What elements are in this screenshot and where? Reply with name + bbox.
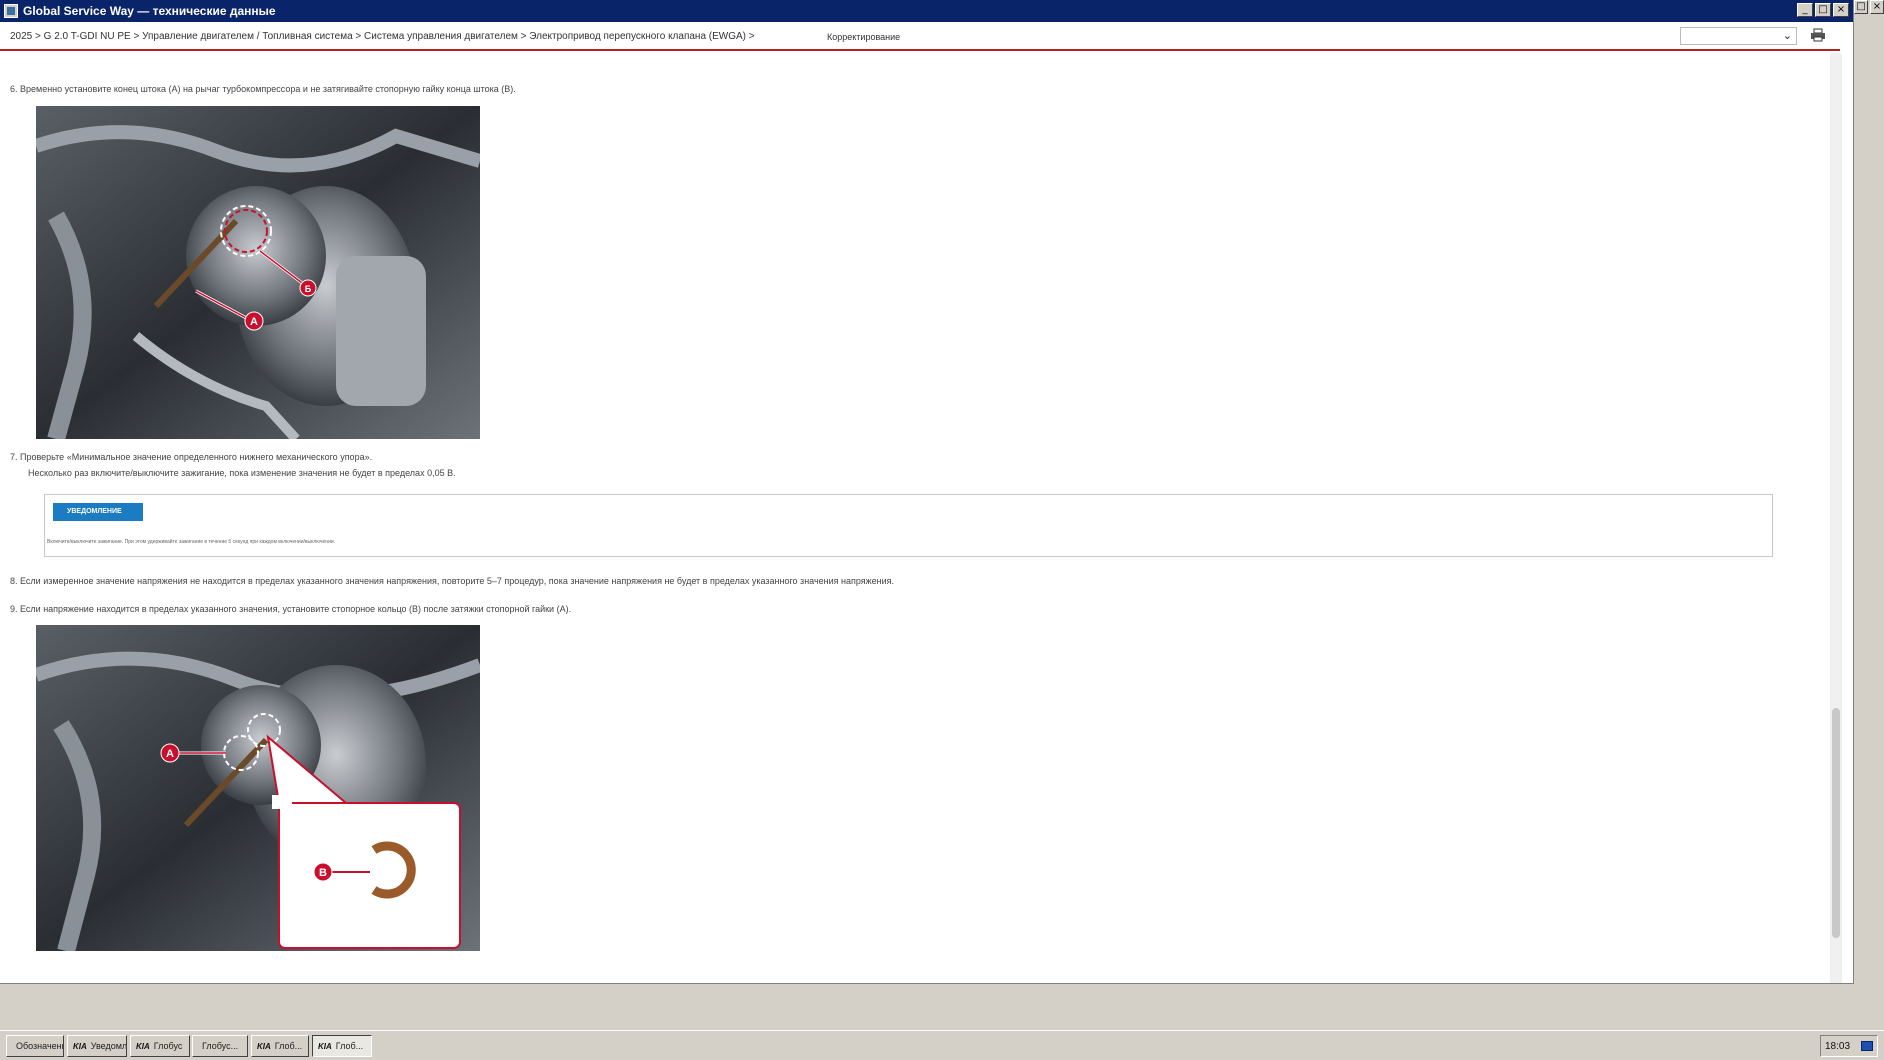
callout-b-label: B xyxy=(319,867,327,879)
step-6-text: 6. Временно установите конец штока (A) н… xyxy=(10,84,516,94)
window-title: Global Service Way — технические данные xyxy=(23,4,276,18)
close-button[interactable]: × xyxy=(1833,3,1849,17)
step-9-text: 9. Если напряжение находится в пределах … xyxy=(10,604,572,614)
notice-box: УВЕДОМЛЕНИЕ Включите/выключите зажигание… xyxy=(44,494,1773,557)
callout-a-label: A xyxy=(250,316,258,328)
outer-window-controls: □ × xyxy=(1854,0,1884,14)
callout-a-label: A xyxy=(166,748,174,760)
breadcrumb-bar: 2025 > G 2.0 T-GDI NU PE > Управление дв… xyxy=(0,23,1840,51)
taskbar-item-label: Глоб... xyxy=(335,1041,364,1051)
step-7-subtext: Несколько раз включите/выключите зажиган… xyxy=(28,468,456,478)
app-icon xyxy=(4,4,18,18)
document-content: 6. Временно установите конец штока (A) н… xyxy=(0,53,1830,983)
system-tray: 18:03 xyxy=(1820,1035,1878,1057)
vertical-scrollbar[interactable] xyxy=(1830,53,1842,983)
clock[interactable]: 18:03 xyxy=(1825,1041,1850,1052)
callout-b-label: Б xyxy=(305,284,312,294)
figure-retaining-ring: A B xyxy=(36,625,480,951)
taskbar-item[interactable]: KIA Глоб... xyxy=(251,1035,309,1057)
breadcrumb[interactable]: 2025 > G 2.0 T-GDI NU PE > Управление дв… xyxy=(10,31,755,42)
taskbar-item-label: Глобус... xyxy=(202,1041,239,1051)
kia-logo-icon: KIA xyxy=(136,1041,150,1051)
kia-logo-icon: KIA xyxy=(318,1041,332,1051)
figure-turbo-rod-end: A Б xyxy=(36,106,480,439)
kia-logo-icon: KIA xyxy=(257,1041,271,1051)
restore-button[interactable]: □ xyxy=(1854,0,1868,14)
chevron-down-icon: ⌄ xyxy=(1782,30,1792,42)
app-window: Global Service Way — технические данные … xyxy=(0,0,1854,984)
taskbar-item[interactable]: KIA Уведомлен... xyxy=(67,1035,127,1057)
scrollbar-thumb[interactable] xyxy=(1832,708,1840,938)
taskbar-item-label: Обозначения xyxy=(16,1041,63,1051)
notice-text: Включите/выключите зажигание. При этом у… xyxy=(47,539,336,545)
outer-close-button[interactable]: × xyxy=(1870,0,1884,14)
taskbar-item-label: Уведомлен... xyxy=(90,1041,127,1051)
taskbar-item[interactable]: KIA Глобус xyxy=(130,1035,190,1057)
network-icon[interactable] xyxy=(1861,1041,1873,1051)
taskbar: Обозначения KIA Уведомлен... KIA Глобус … xyxy=(0,1030,1884,1060)
language-select[interactable]: ⌄ xyxy=(1680,27,1797,45)
notice-badge: УВЕДОМЛЕНИЕ xyxy=(53,503,143,521)
taskbar-item[interactable]: Обозначения xyxy=(6,1035,64,1057)
step-7-text: 7. Проверьте «Минимальное значение опред… xyxy=(10,452,373,462)
kia-logo-icon: KIA xyxy=(73,1041,87,1051)
taskbar-item-label: Глобус xyxy=(153,1041,183,1051)
title-bar[interactable]: Global Service Way — технические данные … xyxy=(0,0,1853,22)
window-controls: _ □ × xyxy=(1797,3,1849,17)
minimize-button[interactable]: _ xyxy=(1797,3,1813,17)
taskbar-item-label: Глоб... xyxy=(274,1041,303,1051)
maximize-button[interactable]: □ xyxy=(1815,3,1831,17)
taskbar-item[interactable]: Глобус... xyxy=(192,1035,248,1057)
correction-link[interactable]: Корректирование xyxy=(827,32,900,42)
taskbar-item-active[interactable]: KIA Глоб... xyxy=(312,1035,372,1057)
step-8-text: 8. Если измеренное значение напряжения н… xyxy=(10,576,895,586)
print-icon[interactable] xyxy=(1810,28,1826,42)
